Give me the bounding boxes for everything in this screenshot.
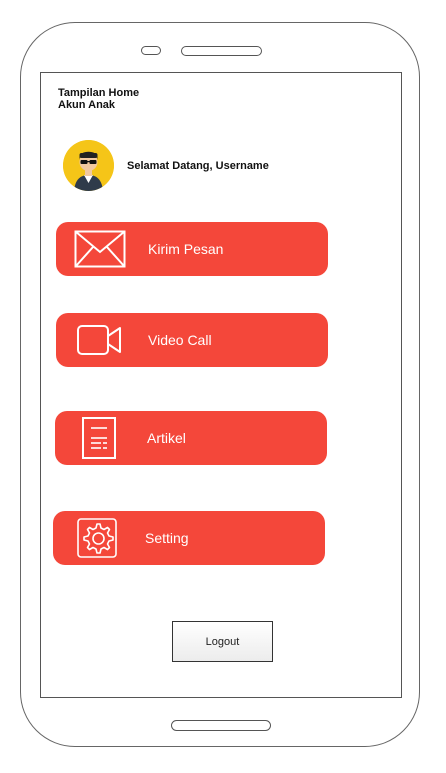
envelope-icon <box>72 227 128 271</box>
page-title-line-1: Tampilan Home <box>58 87 140 99</box>
user-avatar-icon <box>63 140 114 191</box>
kirim-pesan-label: Kirim Pesan <box>148 241 224 257</box>
speaker-grille <box>181 46 262 56</box>
page-title-line-2: Akun Anak <box>58 99 116 111</box>
home-button[interactable] <box>171 720 271 731</box>
kirim-pesan-button[interactable]: Kirim Pesan <box>56 222 328 276</box>
document-icon <box>71 416 127 460</box>
setting-label: Setting <box>145 530 189 546</box>
welcome-text: Selamat Datang, Username <box>127 160 269 172</box>
front-camera <box>141 46 161 55</box>
artikel-button[interactable]: Artikel <box>55 411 327 465</box>
video-camera-icon <box>72 318 128 362</box>
artikel-label: Artikel <box>147 430 186 446</box>
logout-button[interactable]: Logout <box>172 621 273 662</box>
setting-button[interactable]: Setting <box>53 511 325 565</box>
page-title: Tampilan Home Akun Anak <box>58 87 139 111</box>
video-call-button[interactable]: Video Call <box>56 313 328 367</box>
video-call-label: Video Call <box>148 332 212 348</box>
gear-icon <box>69 516 125 560</box>
avatar <box>63 140 114 191</box>
